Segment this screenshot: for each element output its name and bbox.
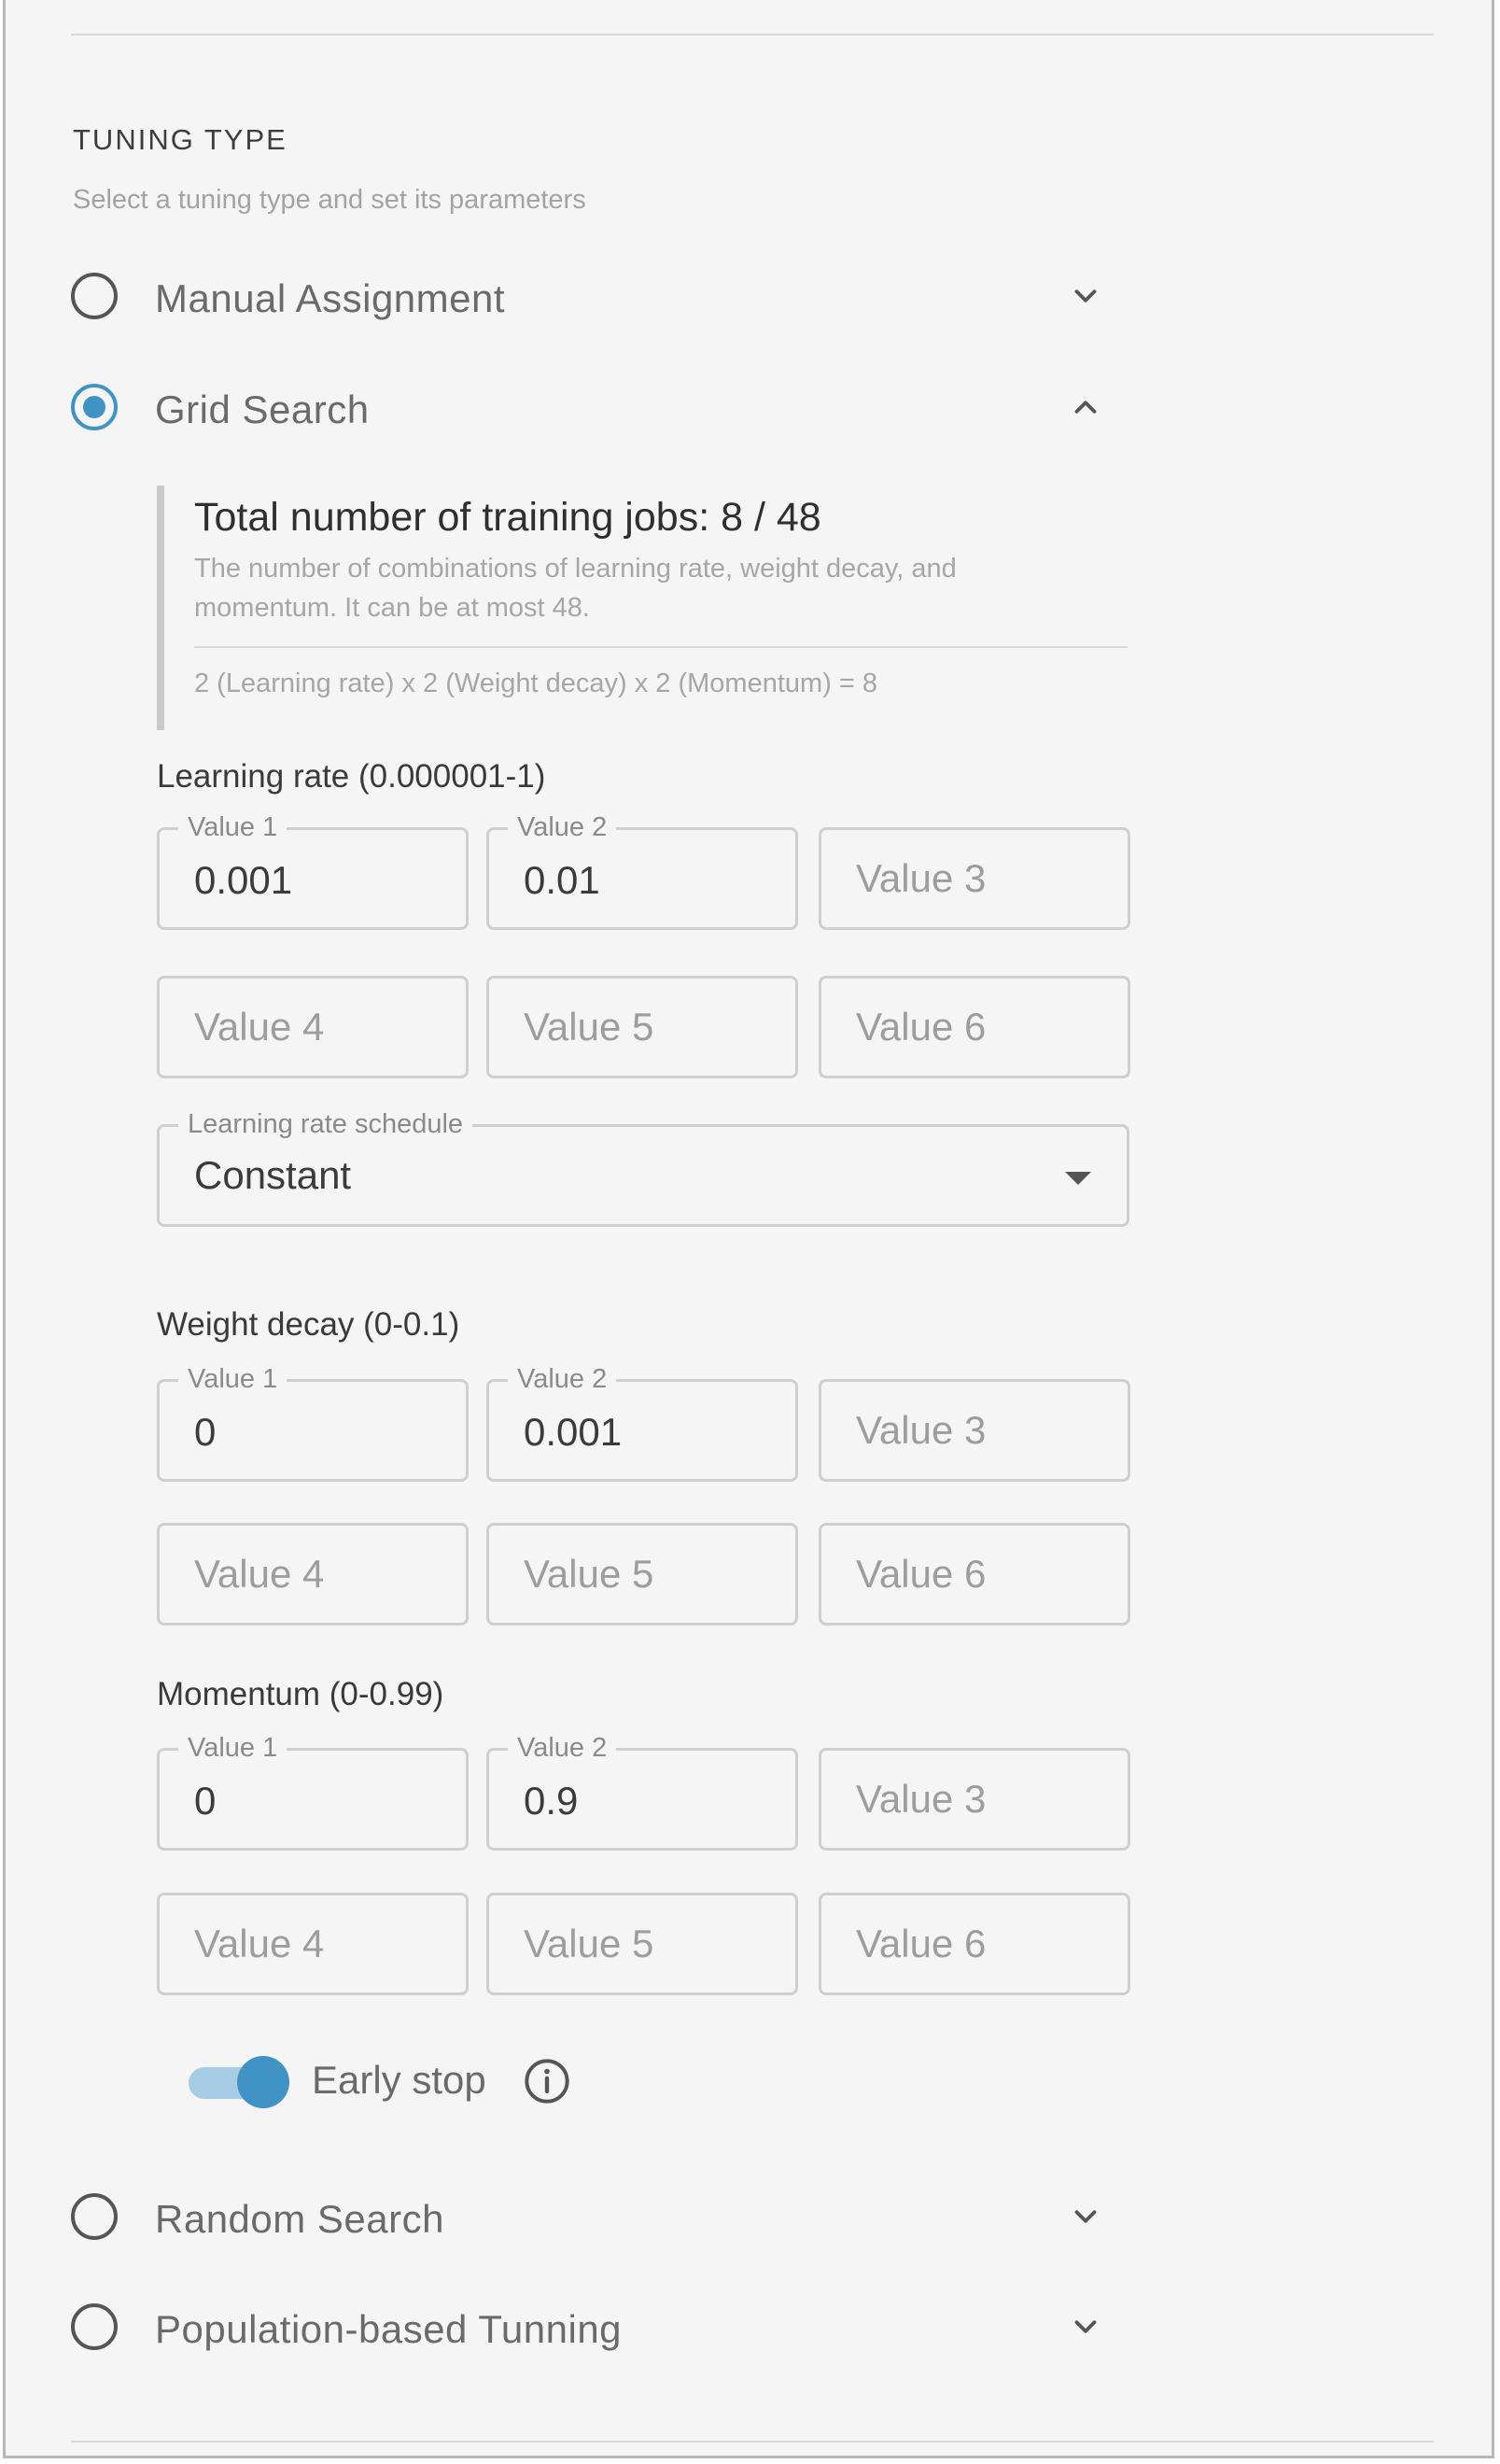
field-placeholder: Value 3 — [856, 1777, 987, 1821]
weight-decay-value-4-input[interactable]: Value 4 — [157, 1523, 469, 1626]
field-legend: Value 1 — [178, 810, 287, 845]
weight-decay-value-6-input[interactable]: Value 6 — [819, 1523, 1130, 1626]
momentum-value-2-input[interactable]: Value 2 0.9 — [486, 1730, 798, 1851]
weight-decay-value-3-input[interactable]: Value 3 — [819, 1379, 1130, 1482]
weight-decay-label: Weight decay (0-0.1) — [157, 1306, 460, 1343]
field-value: 0 — [194, 1410, 217, 1454]
chevron-down-icon[interactable] — [1068, 2309, 1103, 2344]
learning-rate-schedule-select[interactable]: Learning rate schedule Constant — [157, 1106, 1129, 1227]
chevron-down-icon[interactable] — [1068, 2199, 1103, 2234]
field-legend: Value 2 — [508, 810, 617, 845]
field-placeholder: Value 4 — [194, 1005, 325, 1049]
early-stop-toggle[interactable] — [189, 2056, 291, 2108]
option-grid-search[interactable]: Grid Search — [69, 378, 1114, 438]
early-stop-label: Early stop — [312, 2058, 486, 2102]
weight-decay-value-1-input[interactable]: Value 1 0 — [157, 1361, 469, 1482]
summary-formula: 2 (Learning rate) x 2 (Weight decay) x 2… — [194, 669, 878, 698]
manual-assignment-label: Manual Assignment — [155, 276, 506, 320]
field-placeholder: Value 4 — [194, 1922, 325, 1965]
field-placeholder: Value 6 — [856, 1005, 987, 1049]
population-based-tunning-radio[interactable] — [71, 2303, 118, 2350]
momentum-value-4-input[interactable]: Value 4 — [157, 1893, 469, 1995]
info-icon[interactable] — [523, 2057, 571, 2105]
select-legend: Learning rate schedule — [178, 1106, 473, 1142]
random-search-label: Random Search — [155, 2197, 444, 2241]
manual-assignment-radio[interactable] — [71, 273, 118, 319]
field-legend: Value 2 — [508, 1730, 617, 1766]
field-placeholder: Value 6 — [856, 1922, 987, 1965]
momentum-value-6-input[interactable]: Value 6 — [819, 1893, 1130, 1995]
population-based-tunning-label: Population-based Tunning — [155, 2307, 623, 2351]
random-search-radio[interactable] — [71, 2193, 118, 2240]
field-placeholder: Value 5 — [524, 1552, 654, 1596]
field-legend: Value 1 — [178, 1361, 287, 1397]
grid-search-radio[interactable] — [71, 384, 118, 430]
field-value: 0.01 — [524, 858, 600, 902]
field-placeholder: Value 5 — [524, 1922, 654, 1965]
field-value: 0 — [194, 1779, 217, 1823]
field-value: 0.9 — [524, 1779, 579, 1823]
learning-rate-value-4-input[interactable]: Value 4 — [157, 976, 469, 1078]
option-random-search[interactable]: Random Search — [69, 2188, 1114, 2247]
learning-rate-label: Learning rate (0.000001-1) — [157, 758, 546, 795]
field-value: 0.001 — [524, 1410, 623, 1454]
top-divider — [71, 34, 1434, 35]
field-placeholder: Value 3 — [856, 856, 987, 900]
dropdown-caret-icon — [1065, 1172, 1091, 1185]
learning-rate-value-5-input[interactable]: Value 5 — [486, 976, 798, 1078]
field-placeholder: Value 5 — [524, 1005, 654, 1049]
learning-rate-value-3-input[interactable]: Value 3 — [819, 827, 1130, 930]
field-value: 0.001 — [194, 858, 293, 902]
select-value: Constant — [194, 1153, 352, 1197]
section-title: TUNING TYPE — [73, 123, 287, 156]
field-placeholder: Value 6 — [856, 1552, 987, 1596]
learning-rate-value-6-input[interactable]: Value 6 — [819, 976, 1130, 1078]
weight-decay-value-2-input[interactable]: Value 2 0.001 — [486, 1361, 798, 1482]
learning-rate-value-1-input[interactable]: Value 1 0.001 — [157, 810, 469, 930]
training-jobs-summary: Total number of training jobs: 8 / 48 Th… — [157, 486, 1129, 730]
toggle-thumb — [237, 2056, 289, 2108]
momentum-value-5-input[interactable]: Value 5 — [486, 1893, 798, 1995]
summary-title: Total number of training jobs: 8 / 48 — [194, 495, 821, 540]
field-placeholder: Value 3 — [856, 1408, 987, 1452]
section-subtitle: Select a tuning type and set its paramet… — [73, 185, 586, 215]
summary-description: The number of combinations of learning r… — [194, 554, 957, 623]
field-placeholder: Value 4 — [194, 1552, 325, 1596]
field-legend: Value 2 — [508, 1361, 617, 1397]
bottom-divider — [71, 2441, 1434, 2443]
chevron-down-icon[interactable] — [1068, 278, 1103, 314]
option-manual-assignment[interactable]: Manual Assignment — [69, 267, 1114, 327]
tuning-type-panel: TUNING TYPE Select a tuning type and set… — [3, 0, 1494, 2458]
momentum-value-3-input[interactable]: Value 3 — [819, 1748, 1130, 1851]
summary-divider — [194, 646, 1128, 648]
learning-rate-value-2-input[interactable]: Value 2 0.01 — [486, 810, 798, 930]
momentum-value-1-input[interactable]: Value 1 0 — [157, 1730, 469, 1851]
grid-search-label: Grid Search — [155, 387, 370, 431]
momentum-label: Momentum (0-0.99) — [157, 1676, 444, 1712]
field-legend: Value 1 — [178, 1730, 287, 1766]
option-population-based-tunning[interactable]: Population-based Tunning — [69, 2298, 1114, 2358]
chevron-up-icon[interactable] — [1068, 389, 1103, 425]
weight-decay-value-5-input[interactable]: Value 5 — [486, 1523, 798, 1626]
